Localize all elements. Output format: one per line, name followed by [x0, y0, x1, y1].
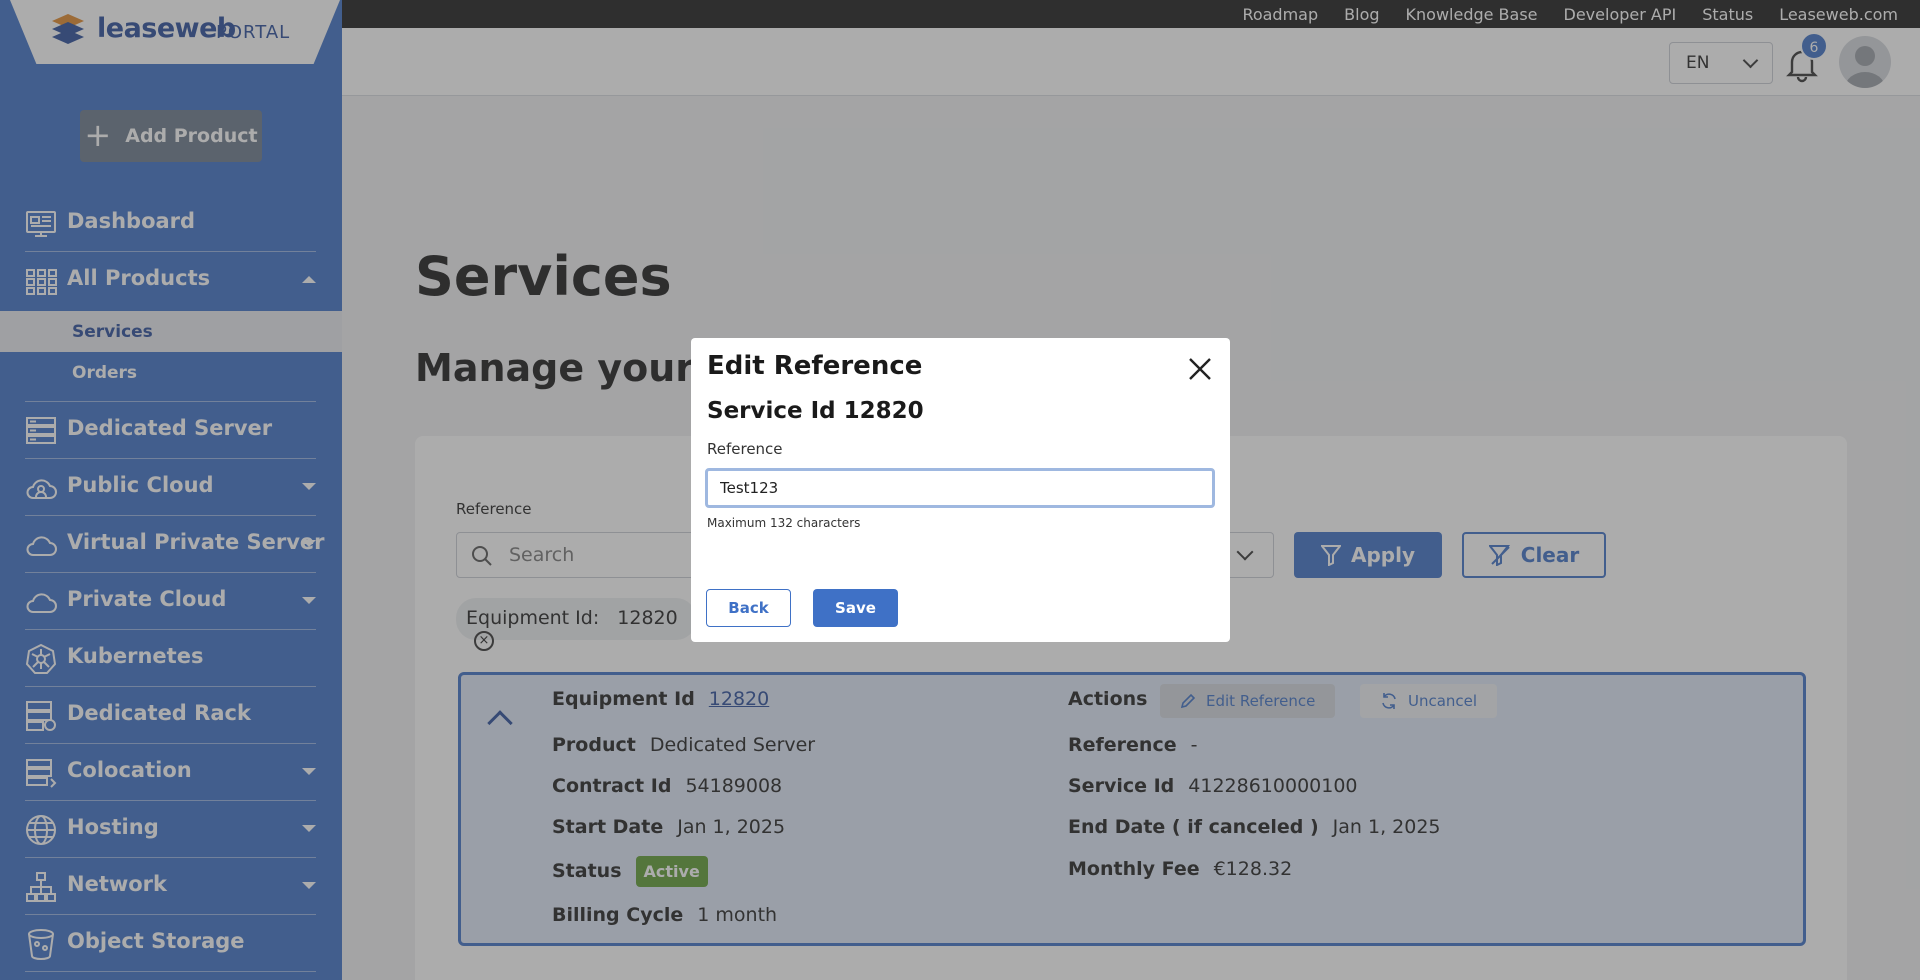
back-button[interactable]: Back: [706, 589, 791, 627]
reference-field-label: Reference: [707, 440, 783, 458]
close-icon[interactable]: [1187, 356, 1213, 382]
reference-input[interactable]: [705, 468, 1215, 508]
modal-subtitle: Service Id 12820: [707, 398, 924, 424]
reference-hint: Maximum 132 characters: [707, 516, 861, 530]
save-button[interactable]: Save: [813, 589, 898, 627]
edit-reference-modal: Edit Reference Service Id 12820 Referenc…: [691, 338, 1230, 642]
modal-title: Edit Reference: [707, 351, 923, 381]
